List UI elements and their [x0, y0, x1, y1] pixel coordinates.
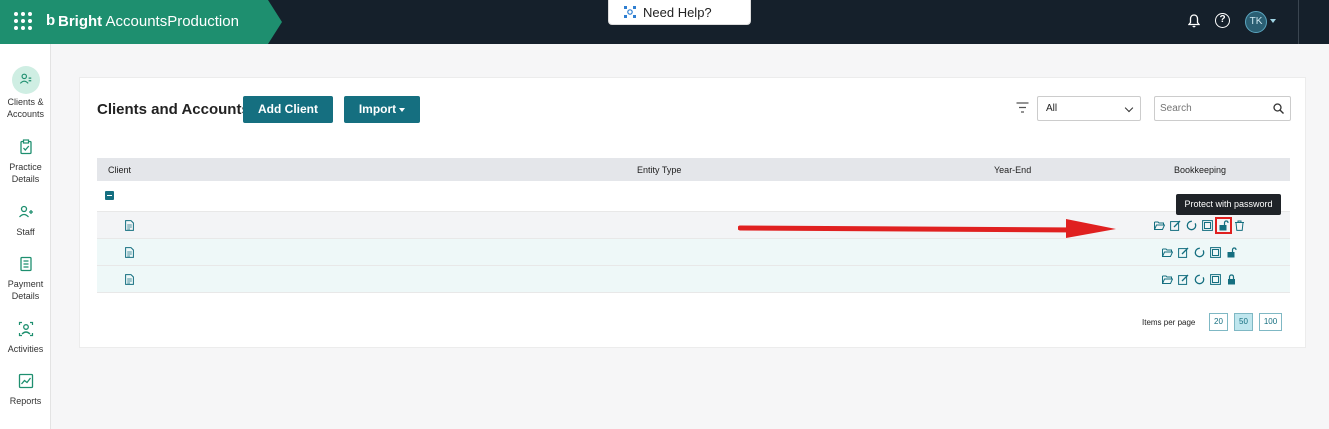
column-client[interactable]: Client [108, 165, 131, 175]
brand-name-rest: AccountsProduction [102, 13, 239, 30]
sidebar-label-6a: Reports [9, 396, 42, 406]
add-client-button[interactable]: Add Client [243, 96, 333, 123]
sidebar: Clients & Accounts Practice Details Staf… [0, 44, 51, 429]
folder-open-icon[interactable] [1162, 274, 1173, 285]
help-lifebuoy-icon [624, 6, 636, 18]
sidebar-item-reports[interactable]: Reports [0, 371, 51, 407]
row-actions [1162, 245, 1237, 259]
collapse-minus-icon[interactable] [105, 191, 114, 200]
sync-circle-icon[interactable] [1186, 220, 1197, 231]
sidebar-label-4a: Payment [7, 279, 44, 289]
scan-image-icon[interactable] [1210, 273, 1221, 285]
sidebar-item-staff[interactable]: Staff [0, 202, 51, 238]
page-size-50[interactable]: 50 [1234, 313, 1253, 331]
import-caret-down-icon [399, 107, 406, 112]
top-bar: b Bright AccountsProduction Need Help? ?… [0, 0, 1329, 44]
search-box [1154, 96, 1291, 121]
clipboard-check-icon [19, 139, 32, 155]
column-entity-type[interactable]: Entity Type [637, 165, 681, 175]
brand-name-bold: Bright [58, 13, 103, 30]
staff-icon [18, 205, 33, 218]
document-icon[interactable] [125, 220, 134, 231]
folder-open-icon[interactable] [1162, 247, 1173, 258]
trash-icon[interactable] [1234, 220, 1245, 231]
need-help-label: Need Help? [643, 5, 712, 20]
scan-image-icon[interactable] [1210, 246, 1221, 258]
lock-closed-icon[interactable] [1226, 273, 1237, 285]
table-row [97, 239, 1290, 266]
group-row [97, 181, 1290, 212]
sidebar-label-2b: Details [11, 174, 40, 184]
notifications-bell-icon[interactable] [1188, 14, 1200, 28]
table-header: Client Entity Type Year-End Bookkeeping [97, 158, 1290, 181]
sidebar-icon-wrap [12, 254, 40, 276]
table-row [97, 266, 1290, 293]
scan-image-icon[interactable] [1202, 219, 1213, 231]
app-launcher-icon[interactable] [14, 12, 32, 30]
clients-icon [19, 73, 31, 84]
sync-circle-icon[interactable] [1194, 247, 1205, 258]
sidebar-label-4b: Details [11, 291, 40, 301]
lock-open-icon[interactable] [1215, 216, 1232, 234]
clients-card: Clients and Accounts Add Client Import A… [79, 77, 1306, 348]
items-per-page-label: Items per page [1142, 318, 1196, 327]
activities-icon [18, 321, 33, 337]
filter-select[interactable]: All [1037, 96, 1141, 121]
sync-circle-icon[interactable] [1194, 274, 1205, 285]
filter-select-value: All [1046, 103, 1058, 114]
page-size-100[interactable]: 100 [1259, 313, 1282, 331]
search-icon[interactable] [1273, 103, 1284, 114]
import-button[interactable]: Import [344, 96, 420, 123]
sidebar-label-1a: Clients & [7, 97, 44, 107]
filter-icon[interactable] [1016, 102, 1029, 113]
edit-icon[interactable] [1170, 220, 1181, 231]
receipt-icon [19, 256, 32, 272]
avatar-chevron-down-icon[interactable] [1270, 19, 1276, 23]
column-bookkeeping[interactable]: Bookkeeping [1174, 165, 1226, 175]
sidebar-label-5a: Activities [7, 344, 44, 354]
edit-icon[interactable] [1178, 247, 1189, 258]
column-year-end[interactable]: Year-End [994, 165, 1031, 175]
help-question-icon[interactable]: ? [1215, 13, 1230, 28]
lock-open-icon[interactable] [1226, 246, 1237, 258]
sidebar-icon-wrap [12, 137, 40, 159]
user-avatar[interactable]: TK [1245, 11, 1267, 33]
sidebar-icon-wrap [12, 371, 40, 393]
chart-icon [18, 373, 33, 389]
sidebar-item-practice-details[interactable]: Practice Details [0, 137, 51, 185]
row-actions [1162, 272, 1237, 286]
sidebar-label-3a: Staff [16, 227, 35, 237]
need-help-button[interactable]: Need Help? [608, 0, 751, 25]
search-input[interactable] [1155, 97, 1265, 120]
page-title: Clients and Accounts [97, 101, 250, 118]
edit-icon[interactable] [1178, 274, 1189, 285]
brand-banner: b Bright AccountsProduction [0, 0, 282, 44]
sidebar-label-2a: Practice [9, 162, 42, 172]
row-actions [1154, 216, 1245, 234]
sidebar-item-payment-details[interactable]: Payment Details [0, 254, 51, 302]
sidebar-item-clients-accounts[interactable]: Clients & Accounts [0, 66, 51, 120]
brand-logo: b [46, 12, 56, 29]
document-icon[interactable] [125, 274, 134, 285]
document-icon[interactable] [125, 247, 134, 258]
brand-name[interactable]: Bright AccountsProduction [58, 13, 239, 30]
topbar-divider [1298, 0, 1299, 44]
sidebar-icon-wrap [11, 66, 40, 94]
annotation-arrow [738, 219, 1116, 238]
folder-open-icon[interactable] [1154, 220, 1165, 231]
sidebar-label-1b: Accounts [6, 109, 45, 119]
import-button-label: Import [358, 102, 397, 116]
chevron-down-icon [1124, 103, 1134, 113]
page-size-20[interactable]: 20 [1209, 313, 1228, 331]
sidebar-item-activities[interactable]: Activities [0, 319, 51, 355]
sidebar-icon-wrap [12, 319, 40, 341]
tooltip-protect-with-password: Protect with password [1176, 194, 1281, 215]
sidebar-icon-wrap [12, 202, 40, 224]
